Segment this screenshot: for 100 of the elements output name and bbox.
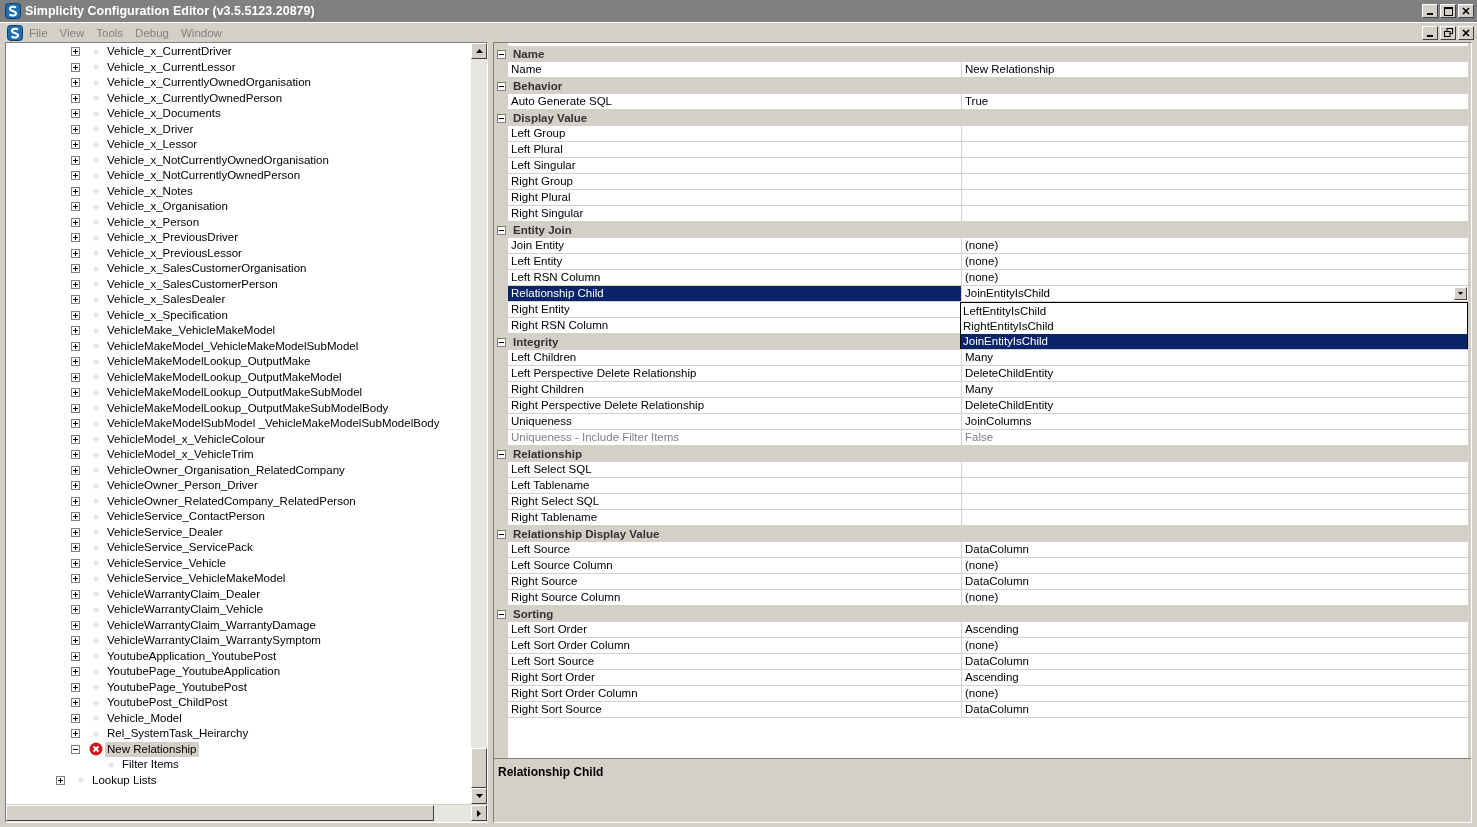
expand-icon[interactable]	[71, 357, 80, 367]
minimize-button[interactable]	[1422, 4, 1438, 18]
expand-icon[interactable]	[71, 341, 80, 351]
expand-icon[interactable]	[71, 109, 80, 119]
tree-item[interactable]: VehicleWarrantyClaim_Vehicle	[105, 602, 266, 618]
tree-item[interactable]: VehicleWarrantyClaim_WarrantyDamage	[105, 617, 318, 633]
tree-item[interactable]: VehicleMake_VehicleMakeModel	[105, 323, 278, 339]
dropdown-option[interactable]: JoinEntityIsChild	[961, 334, 1467, 349]
tree-item[interactable]: Vehicle_x_PreviousDriver	[105, 230, 241, 246]
tree-item[interactable]: Vehicle_Model	[105, 710, 184, 726]
property-value[interactable]: True	[965, 95, 989, 107]
tree-item[interactable]: Vehicle_x_SalesCustomerOrganisation	[105, 261, 309, 277]
property-name[interactable]: Join Entity	[508, 238, 962, 254]
expand-icon[interactable]	[71, 481, 80, 491]
property-name[interactable]: Right Sort Source	[508, 702, 962, 718]
property-value[interactable]: DataColumn	[965, 543, 1029, 555]
restore-button[interactable]	[1440, 25, 1456, 40]
property-value[interactable]: JoinColumns	[965, 415, 1032, 427]
property-name[interactable]: Left Sort Order Column	[508, 638, 962, 654]
tree-item[interactable]: VehicleOwner_Person_Driver	[105, 478, 260, 494]
expand-icon[interactable]	[71, 326, 80, 336]
property-name[interactable]: Left Plural	[508, 142, 962, 158]
collapse-icon[interactable]	[497, 113, 506, 123]
property-name[interactable]: Left Source Column	[508, 558, 962, 574]
property-name[interactable]: Right Source	[508, 574, 962, 590]
property-value[interactable]: (none)	[965, 591, 999, 603]
tree-item[interactable]: VehicleModel_x_VehicleTrim	[105, 447, 256, 463]
property-value[interactable]: Ascending	[965, 623, 1019, 635]
tree-item[interactable]: Vehicle_x_Driver	[105, 121, 196, 137]
tree-item[interactable]: Filter Items	[120, 757, 181, 773]
property-name[interactable]: Right Select SQL	[508, 494, 962, 510]
property-name[interactable]: Left Children	[508, 350, 962, 366]
tree-item[interactable]: YoutubePost_ChildPost	[105, 695, 230, 711]
expand-icon[interactable]	[71, 233, 80, 243]
expand-icon[interactable]	[71, 620, 80, 630]
collapse-icon[interactable]	[497, 449, 506, 459]
tree-item[interactable]: Vehicle_x_CurrentDriver	[105, 44, 234, 60]
property-name[interactable]: Left Sort Order	[508, 622, 962, 638]
tree-item[interactable]: VehicleOwner_Organisation_RelatedCompany	[105, 462, 347, 478]
scroll-down-button[interactable]	[471, 788, 487, 804]
tree-item[interactable]: Vehicle_x_Specification	[105, 307, 230, 323]
expand-icon[interactable]	[71, 140, 80, 150]
tree-item[interactable]: VehicleService_VehicleMakeModel	[105, 571, 288, 587]
property-value[interactable]: (none)	[965, 255, 999, 267]
property-value[interactable]: Ascending	[965, 671, 1019, 683]
expand-icon[interactable]	[71, 682, 80, 692]
tree-item[interactable]: VehicleMakeModelSubModel _VehicleMakeModelSubModelBody	[105, 416, 442, 432]
expand-icon[interactable]	[71, 651, 80, 661]
property-value[interactable]: JoinEntityIsChild	[965, 287, 1050, 299]
tree-item[interactable]: VehicleMakeModelLookup_OutputMake	[105, 354, 313, 370]
expand-icon[interactable]	[71, 124, 80, 134]
property-value[interactable]: DeleteChildEntity	[965, 367, 1054, 379]
tree-item[interactable]: Vehicle_x_CurrentlyOwnedPerson	[105, 90, 285, 106]
property-name[interactable]: Uniqueness	[508, 414, 962, 430]
expand-icon[interactable]	[71, 512, 80, 522]
expand-icon[interactable]	[71, 434, 80, 444]
property-value[interactable]: DataColumn	[965, 703, 1029, 715]
tree-item[interactable]: Vehicle_x_Notes	[105, 183, 195, 199]
expand-icon[interactable]	[71, 667, 80, 677]
expand-icon[interactable]	[71, 47, 80, 57]
tree-item[interactable]: Vehicle_x_SalesCustomerPerson	[105, 276, 280, 292]
tree-item[interactable]: Vehicle_x_Documents	[105, 106, 223, 122]
property-name[interactable]: Right Entity	[508, 302, 962, 318]
property-name[interactable]: Left Group	[508, 126, 962, 142]
property-name[interactable]: Right Sort Order	[508, 670, 962, 686]
collapse-icon[interactable]	[497, 81, 506, 91]
expand-icon[interactable]	[71, 450, 80, 460]
tree-item[interactable]: YoutubePage_YoutubePost	[105, 679, 249, 695]
dropdown-option[interactable]: RightEntityIsChild	[961, 319, 1467, 334]
property-value[interactable]: Many	[965, 351, 994, 363]
tree-item[interactable]: VehicleWarrantyClaim_Dealer	[105, 586, 262, 602]
close-button[interactable]	[1458, 4, 1474, 18]
collapse-icon[interactable]	[497, 49, 506, 59]
tree-item[interactable]: Vehicle_x_Lessor	[105, 137, 200, 153]
property-value[interactable]: (none)	[965, 271, 999, 283]
property-name[interactable]: Left Perspective Delete Relationship	[508, 366, 962, 382]
scroll-right-button[interactable]	[471, 805, 487, 821]
expand-icon[interactable]	[71, 698, 80, 708]
expand-icon[interactable]	[71, 589, 80, 599]
expand-icon[interactable]	[71, 465, 80, 475]
expand-icon[interactable]	[71, 496, 80, 506]
property-name[interactable]: Left Sort Source	[508, 654, 962, 670]
tree-item[interactable]: VehicleOwner_RelatedCompany_RelatedPerson	[105, 493, 358, 509]
property-name[interactable]: Left Source	[508, 542, 962, 558]
tree-item[interactable]: Rel_SystemTask_Heirarchy	[105, 726, 251, 742]
expand-icon[interactable]	[71, 574, 80, 584]
collapse-icon[interactable]	[497, 609, 506, 619]
tree-item[interactable]: Vehicle_x_NotCurrentlyOwnedOrganisation	[105, 152, 331, 168]
expand-icon[interactable]	[71, 93, 80, 103]
tree-item[interactable]: VehicleService_ContactPerson	[105, 509, 267, 525]
property-name[interactable]: Right Group	[508, 174, 962, 190]
expand-icon[interactable]	[56, 775, 65, 785]
expand-icon[interactable]	[71, 264, 80, 274]
dropdown-option[interactable]: LeftEntityIsChild	[961, 304, 1467, 319]
expand-icon[interactable]	[71, 155, 80, 165]
tree-item[interactable]: YoutubeApplication_YoutubePost	[105, 648, 279, 664]
expand-icon[interactable]	[71, 605, 80, 615]
tree-item[interactable]: VehicleModel_x_VehicleColour	[105, 431, 267, 447]
property-name[interactable]: Left Select SQL	[508, 462, 962, 478]
tree-item[interactable]: YoutubePage_YoutubeApplication	[105, 664, 283, 680]
